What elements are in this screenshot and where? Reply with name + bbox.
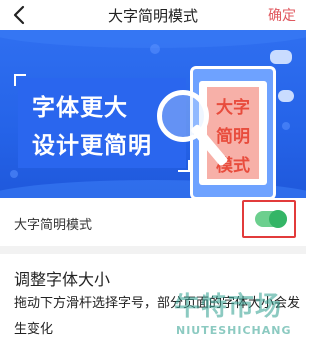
banner-dot bbox=[10, 170, 18, 178]
large-text-mode-toggle[interactable] bbox=[255, 210, 287, 228]
page-title: 大字简明模式 bbox=[107, 7, 198, 25]
corner-bracket bbox=[178, 160, 190, 172]
corner-bracket bbox=[14, 74, 26, 86]
card-word: 大字 bbox=[216, 98, 250, 118]
large-text-card: 大字 简明 模式 bbox=[207, 87, 259, 179]
headline-line-2: 设计更简明 bbox=[32, 133, 152, 159]
section-divider bbox=[0, 246, 306, 254]
watermark-logo: 牛特市场 NIUTESHICHANG bbox=[174, 286, 304, 344]
headline-line-1: 字体更大 bbox=[32, 95, 128, 121]
banner-dot bbox=[282, 122, 290, 130]
chat-bubble-icon bbox=[270, 50, 292, 64]
confirm-button[interactable]: 确定 bbox=[268, 5, 296, 25]
phone-screen: 大字 简明 模式 bbox=[199, 81, 267, 185]
toggle-label: 大字简明模式 bbox=[14, 218, 93, 233]
top-nav-bar: 大字简明模式 确定 bbox=[0, 0, 306, 30]
banner-dot bbox=[150, 44, 160, 54]
chat-bubble-icon bbox=[278, 90, 294, 102]
font-size-section-title: 调整字体大小 bbox=[14, 270, 111, 289]
watermark-text-cn: 牛特市场 bbox=[174, 292, 283, 322]
watermark-text-en: NIUTESHICHANG bbox=[176, 324, 292, 337]
promo-banner: 字体更大 设计更简明 大字 简明 模式 bbox=[0, 30, 306, 198]
toggle-knob bbox=[269, 210, 287, 228]
